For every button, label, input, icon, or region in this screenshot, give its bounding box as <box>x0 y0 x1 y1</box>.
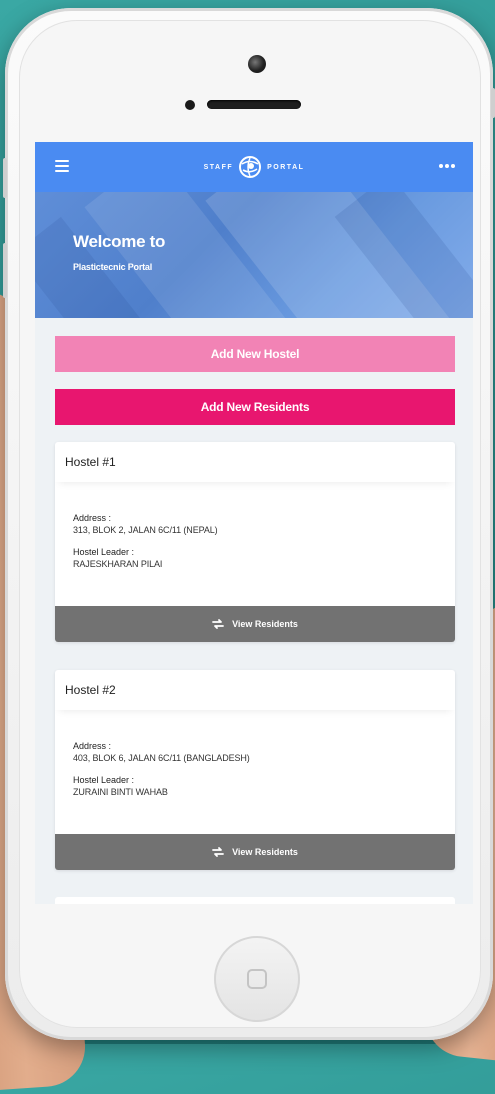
speaker-grille <box>207 100 301 109</box>
hostel-card-title: Hostel #1 <box>55 442 455 482</box>
brand-word-right: PORTAL <box>267 163 305 171</box>
home-button[interactable] <box>214 936 300 1022</box>
add-residents-button[interactable]: Add New Residents <box>55 389 455 425</box>
hostel-card-body: Address : 403, BLOK 6, JALAN 6C/11 (BANG… <box>55 710 455 834</box>
add-hostel-button[interactable]: Add New Hostel <box>55 336 455 372</box>
leader-value: RAJESKHARAN PILAI <box>73 559 163 569</box>
hostel-card: Hostel #1 Address : 313, BLOK 2, JALAN 6… <box>55 442 455 642</box>
side-button <box>3 158 7 198</box>
brand-logo: STAFF PORTAL <box>35 156 473 178</box>
address-label: Address : <box>73 741 112 751</box>
leader-value: ZURAINI BINTI WAHAB <box>73 787 168 797</box>
hero-subtitle: Plastictecnic Portal <box>73 262 153 272</box>
address-label: Address : <box>73 513 112 523</box>
view-residents-label: View Residents <box>232 619 298 629</box>
view-residents-button[interactable]: View Residents <box>55 606 455 642</box>
app-bar: STAFF PORTAL <box>35 142 473 192</box>
hostel-card: Hostel #2 Address : 403, BLOK 6, JALAN 6… <box>55 670 455 870</box>
brand-word-left: STAFF <box>203 163 234 171</box>
leader-label: Hostel Leader : <box>73 547 135 557</box>
address-value: 403, BLOK 6, JALAN 6C/11 (BANGLADESH) <box>73 753 250 763</box>
hostel-card-partial <box>55 897 455 904</box>
app-screen: STAFF PORTAL Welcome to Plastictecnic Po… <box>35 142 473 904</box>
home-button-icon <box>247 969 267 989</box>
address-value: 313, BLOK 2, JALAN 6C/11 (NEPAL) <box>73 525 218 535</box>
hostel-card-body: Address : 313, BLOK 2, JALAN 6C/11 (NEPA… <box>55 482 455 606</box>
view-residents-label: View Residents <box>232 847 298 857</box>
swap-icon <box>212 619 224 629</box>
hero-title: Welcome to <box>73 232 166 251</box>
hostel-card-title: Hostel #2 <box>55 670 455 710</box>
view-residents-button[interactable]: View Residents <box>55 834 455 870</box>
volume-button <box>3 243 7 298</box>
camera-icon <box>248 55 266 73</box>
globe-logo-icon <box>239 156 262 178</box>
power-button <box>491 88 495 118</box>
more-icon[interactable] <box>439 164 457 170</box>
hero-banner: Welcome to Plastictecnic Portal <box>35 192 473 318</box>
sensor-icon <box>185 100 195 110</box>
swap-icon <box>212 847 224 857</box>
leader-label: Hostel Leader : <box>73 775 135 785</box>
